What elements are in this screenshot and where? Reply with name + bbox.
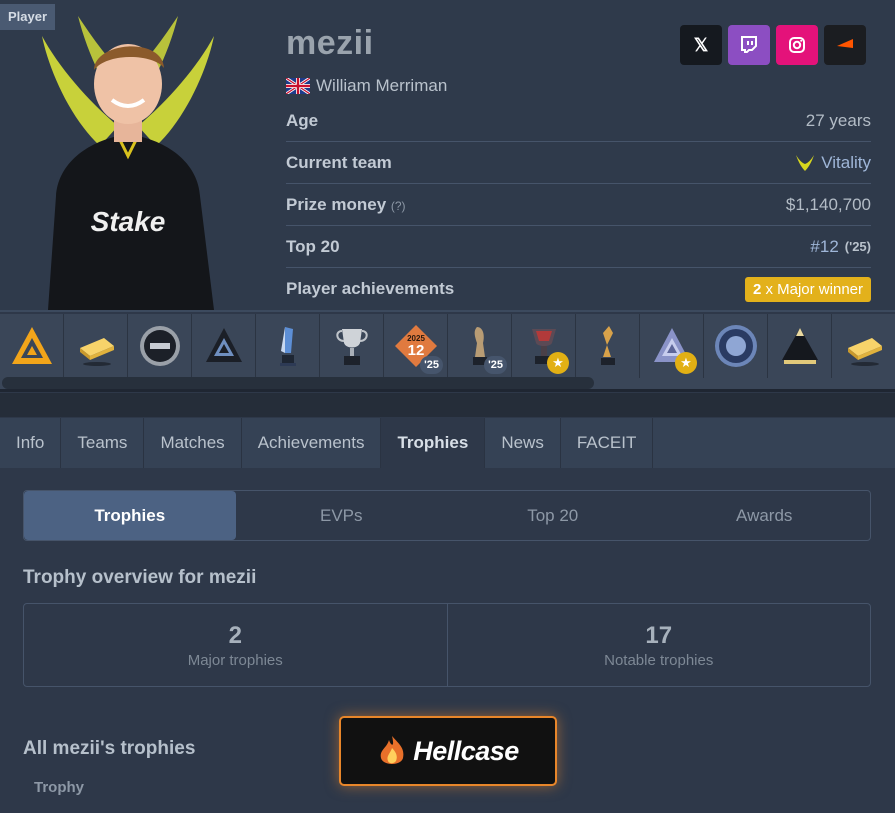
major-text: x Major winner (765, 280, 863, 298)
blue-crystal-trophy-icon (279, 327, 296, 366)
silver-cup-trophy-icon (335, 329, 368, 365)
player-nickname: mezii (286, 24, 374, 62)
notable-trophies-label: Notable trophies (604, 651, 714, 669)
faceit-link-button[interactable] (824, 25, 866, 65)
stat-row-achievements: Player achievements 2 x Major winner (286, 268, 871, 310)
twitch-icon (741, 36, 757, 53)
hellcase-ad-banner[interactable]: Hellcase (339, 716, 557, 786)
notable-trophies-count: 17 Notable trophies (446, 604, 871, 686)
faceit-icon (837, 39, 853, 48)
prize-label-text: Prize money (286, 194, 387, 214)
hellcase-ad-text: Hellcase (413, 735, 519, 766)
trophy-counts: 2 Major trophies 17 Notable trophies (23, 603, 871, 687)
tab-matches[interactable]: Matches (144, 418, 242, 468)
svg-text:Stake: Stake (91, 206, 166, 237)
subtab-top20[interactable]: Top 20 (447, 491, 659, 540)
gold-bar-trophy-icon (847, 338, 882, 366)
twitch-link-button[interactable] (728, 25, 770, 65)
tab-faceit[interactable]: FACEIT (561, 418, 654, 468)
age-label: Age (286, 110, 319, 130)
subtab-awards[interactable]: Awards (659, 491, 871, 540)
player-profile: Player Stake mezii William Merriman 𝕏 Ag… (0, 0, 895, 312)
prize-value: $1,140,700 (785, 194, 871, 214)
pyramid-trophy-icon (781, 328, 818, 364)
x-link-button[interactable]: 𝕏 (680, 25, 722, 65)
trophy-cell[interactable] (192, 314, 256, 378)
real-name-text: William Merriman (316, 76, 448, 95)
trophy-cell[interactable]: ★ (640, 314, 704, 378)
trophy-cell[interactable] (0, 314, 64, 378)
major-trophies-number: 2 (228, 621, 242, 649)
major-count: 2 (752, 280, 762, 298)
trophy-subtabs: Trophies EVPs Top 20 Awards (23, 490, 871, 541)
trophy-cell[interactable] (64, 314, 128, 378)
tab-achievements[interactable]: Achievements (242, 418, 382, 468)
star-badge-icon: ★ (675, 352, 697, 374)
age-value: 27 years (805, 110, 871, 130)
tab-news[interactable]: News (485, 418, 561, 468)
blue-plate-trophy-icon (714, 325, 757, 367)
tab-info[interactable]: Info (0, 418, 62, 468)
major-winner-badge[interactable]: 2 x Major winner (744, 276, 871, 302)
top20-badge-rank: 12 (407, 342, 424, 359)
gold-bar-trophy-icon (79, 338, 114, 366)
all-trophies-title: All mezii's trophies (23, 738, 196, 759)
trophy-cell[interactable] (768, 314, 832, 378)
flame-logo-icon (380, 736, 404, 764)
trophy-cell[interactable]: 2025 12 '25 (384, 314, 448, 378)
trophy-cell[interactable]: ★ (512, 314, 576, 378)
notable-trophies-number: 17 (645, 621, 673, 649)
trophy-strip-scrollbar[interactable] (2, 377, 594, 389)
blast-trophy-icon (11, 327, 52, 364)
prize-label: Prize money (?) (286, 195, 406, 215)
team-label: Current team (286, 152, 392, 172)
trophy-cell[interactable] (128, 314, 192, 378)
major-trophies-count: 2 Major trophies (24, 604, 447, 686)
vitality-logo-icon (796, 154, 815, 171)
year-badge: '25 (484, 356, 507, 374)
top20-label: Top 20 (286, 236, 340, 256)
trophy-cell[interactable] (704, 314, 768, 378)
trophy-cell[interactable] (256, 314, 320, 378)
medal-plate-trophy-icon (139, 326, 180, 366)
player-photo: Stake (28, 6, 228, 310)
trophy-strip[interactable]: 2025 12 '25 '25 ★ ★ (0, 314, 895, 392)
prize-help-link[interactable]: (?) (391, 199, 406, 213)
trophy-cell[interactable] (320, 314, 384, 378)
section-divider (0, 393, 895, 417)
uk-flag-icon (285, 76, 311, 96)
instagram-icon (789, 37, 805, 53)
team-name: Vitality (821, 152, 871, 172)
subtab-trophies[interactable]: Trophies (24, 491, 236, 540)
top20-year: ('25) (844, 239, 871, 254)
top20-link[interactable]: #12 ('25) (810, 237, 871, 257)
stat-row-top20: Top 20 #12 ('25) (286, 226, 871, 268)
trophy-overview-title: Trophy overview for mezii (23, 567, 257, 588)
subtab-evps[interactable]: EVPs (236, 491, 448, 540)
achievements-label: Player achievements (286, 279, 455, 298)
stat-row-age: Age 27 years (286, 100, 871, 142)
star-badge-icon: ★ (547, 352, 569, 374)
gold-twist-trophy-icon (600, 326, 615, 365)
blast-dark-trophy-icon (205, 328, 242, 362)
trophy-strip-cells: 2025 12 '25 '25 ★ ★ (0, 314, 895, 378)
profile-nav: Info Teams Matches Achievements Trophies… (0, 418, 895, 468)
trophy-column-header: Trophy (34, 779, 85, 796)
stat-row-team: Current team Vitality (286, 142, 871, 184)
major-trophies-label: Major trophies (187, 651, 283, 669)
trophy-cell[interactable] (832, 314, 895, 378)
x-icon: 𝕏 (693, 34, 709, 55)
social-links: 𝕏 (680, 25, 866, 65)
tab-teams[interactable]: Teams (61, 418, 145, 468)
year-badge: '25 (420, 356, 443, 374)
top20-rank: #12 (810, 236, 839, 256)
instagram-link-button[interactable] (776, 25, 818, 65)
team-link[interactable]: Vitality (795, 153, 871, 173)
trophy-cell[interactable]: '25 (448, 314, 512, 378)
trophy-cell[interactable] (576, 314, 640, 378)
tab-trophies[interactable]: Trophies (381, 418, 486, 468)
stat-row-prize: Prize money (?) $1,140,700 (286, 184, 871, 226)
player-stats: Age 27 years Current team Vitality Prize… (286, 100, 871, 310)
player-real-name: William Merriman (285, 76, 448, 96)
